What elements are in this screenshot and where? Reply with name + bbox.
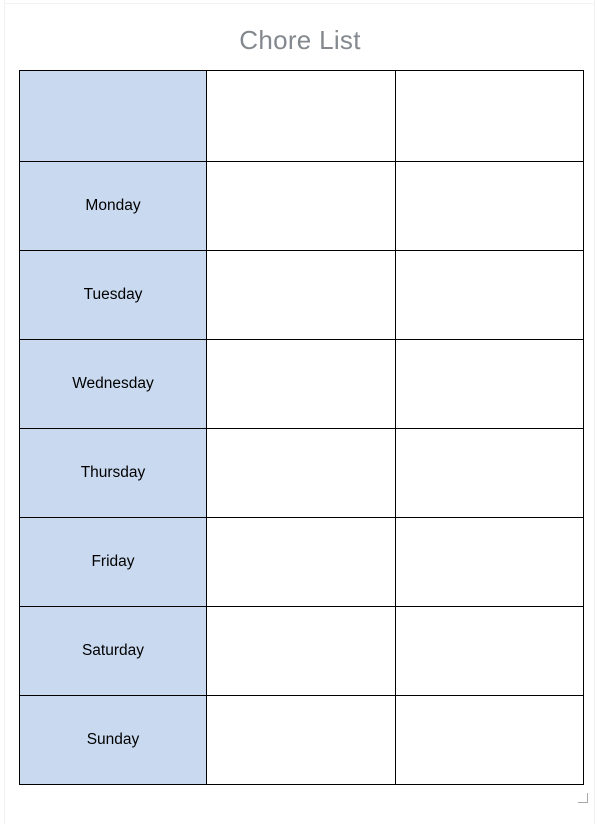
page-edge-left [4,0,5,824]
task-cell-thursday-1[interactable] [206,428,396,518]
day-label-sunday: Sunday [86,731,140,748]
day-cell-saturday[interactable]: Saturday [19,606,207,696]
task-cell-friday-2[interactable] [394,517,584,607]
task-cell-monday-2[interactable] [394,161,584,251]
task-cell-wednesday-2[interactable] [394,339,584,429]
day-label-thursday: Thursday [80,464,146,481]
day-cell-sunday[interactable]: Sunday [19,695,207,785]
day-label-wednesday: Wednesday [72,375,154,392]
table-row: Monday [19,161,584,251]
day-label-saturday: Saturday [81,642,145,659]
header-cell-task2[interactable] [394,70,584,162]
chore-table-body: Monday Tuesday Wednesday Thursday Friday… [19,70,584,785]
day-cell-friday[interactable]: Friday [19,517,207,607]
task-cell-tuesday-2[interactable] [394,250,584,340]
table-row: Wednesday [19,339,584,429]
day-cell-thursday[interactable]: Thursday [19,428,207,518]
day-cell-monday[interactable]: Monday [19,161,207,251]
day-cell-wednesday[interactable]: Wednesday [19,339,207,429]
task-cell-thursday-2[interactable] [394,428,584,518]
table-resize-handle-icon[interactable] [578,793,588,803]
day-label-friday: Friday [91,553,135,570]
table-row: Tuesday [19,250,584,340]
header-cell-task1[interactable] [206,70,396,162]
table-row: Thursday [19,428,584,518]
chore-table: Monday Tuesday Wednesday Thursday Friday… [19,70,584,785]
table-row: Saturday [19,606,584,696]
page-title: Chore List [239,25,361,55]
page-edge-right [594,0,595,824]
table-row: Sunday [19,695,584,785]
task-cell-wednesday-1[interactable] [206,339,396,429]
header-cell-day[interactable] [19,70,207,162]
task-cell-saturday-1[interactable] [206,606,396,696]
day-cell-tuesday[interactable]: Tuesday [19,250,207,340]
task-cell-friday-1[interactable] [206,517,396,607]
task-cell-saturday-2[interactable] [394,606,584,696]
document-page: Chore List Monday Tuesday Wednesday Thur… [0,0,600,824]
day-label-tuesday: Tuesday [83,286,143,303]
day-label-monday: Monday [85,197,141,214]
task-cell-sunday-1[interactable] [206,695,396,785]
task-cell-sunday-2[interactable] [394,695,584,785]
task-cell-tuesday-1[interactable] [206,250,396,340]
table-row: Friday [19,517,584,607]
table-header-row [19,70,584,162]
task-cell-monday-1[interactable] [206,161,396,251]
page-edge-top [4,3,595,4]
